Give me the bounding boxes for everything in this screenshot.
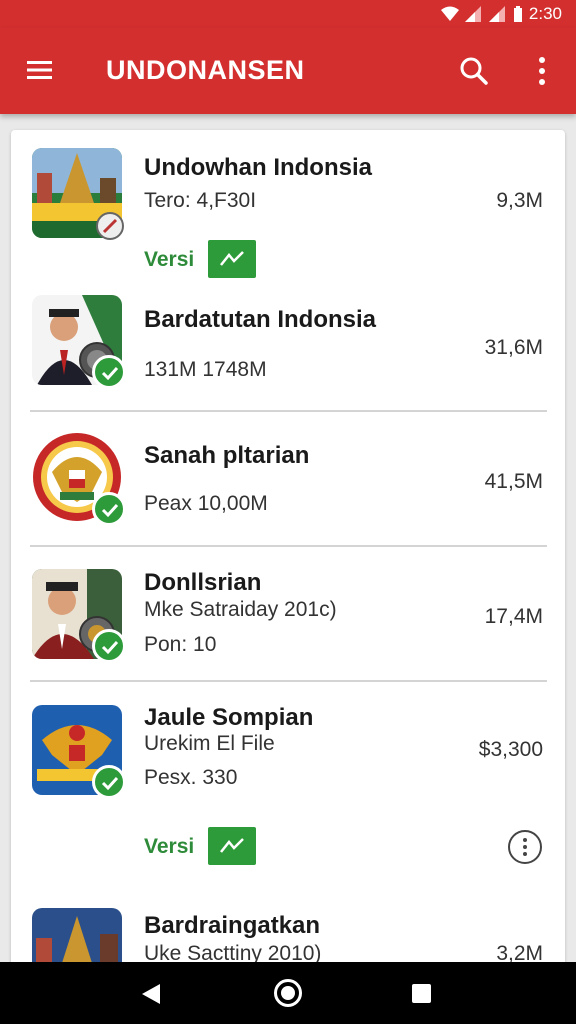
app-size: 41,5M xyxy=(484,470,543,493)
app-thumbnail xyxy=(32,432,126,526)
app-title: UNDONANSEN xyxy=(106,55,305,85)
app-detail: Peax 10,00M xyxy=(144,492,268,515)
list-item[interactable]: Undowhan Indonsia Tero: 4,F30I 9,3M Vers… xyxy=(11,130,565,280)
app-name: Jaule Sompian xyxy=(144,704,314,731)
versi-button[interactable] xyxy=(208,827,256,865)
status-bar: 2:30 xyxy=(0,0,576,28)
list-item[interactable]: Bardatutan Indonsia 131M 1748M 31,6M xyxy=(11,280,565,410)
check-icon xyxy=(101,640,119,655)
app-thumbnail xyxy=(32,705,126,799)
versi-button[interactable] xyxy=(208,240,256,278)
app-detail: Tero: 4,F30I xyxy=(144,189,257,212)
app-name: Donllsrian xyxy=(144,569,262,596)
app-detail-2: Pesx. 330 xyxy=(144,766,238,789)
app-name: Bardraingatkan xyxy=(144,912,321,939)
check-icon xyxy=(101,776,119,791)
app-thumbnail xyxy=(32,295,126,389)
app-thumbnail xyxy=(32,569,126,663)
battery-icon xyxy=(513,5,522,22)
back-triangle-icon[interactable] xyxy=(140,982,162,1006)
more-vert-icon[interactable] xyxy=(532,54,552,88)
signal-icon xyxy=(464,6,481,22)
list-item[interactable]: Bardraingatkan Uke Sacttiny 2010) 3,2M xyxy=(11,892,565,970)
verified-badge xyxy=(92,492,126,526)
list-item[interactable]: Donllsrian Mke Satraiday 201c) Pon: 10 1… xyxy=(11,547,565,681)
app-thumbnail xyxy=(32,148,124,240)
app-detail-2: Pon: 10 xyxy=(144,633,217,656)
trend-icon xyxy=(220,251,244,266)
versi-label: Versi xyxy=(144,248,195,271)
check-icon xyxy=(101,503,119,518)
app-detail: 131M 1748M xyxy=(144,358,267,381)
search-icon[interactable] xyxy=(458,55,490,87)
hamburger-menu-icon[interactable] xyxy=(26,56,54,84)
verified-badge xyxy=(92,355,126,389)
app-name: Bardatutan Indonsia xyxy=(144,306,377,333)
app-list-card: Undowhan Indonsia Tero: 4,F30I 9,3M Vers… xyxy=(11,130,565,970)
navigation-bar xyxy=(0,962,576,1024)
item-options-icon[interactable] xyxy=(508,830,542,864)
app-detail: Urekim El File xyxy=(144,732,275,755)
trend-icon xyxy=(220,838,244,853)
app-bar: UNDONANSEN xyxy=(0,28,576,114)
status-time: 2:30 xyxy=(528,4,562,23)
app-size: 31,6M xyxy=(484,336,543,359)
recents-square-icon[interactable] xyxy=(412,984,431,1003)
home-circle-icon[interactable] xyxy=(274,979,302,1007)
verified-badge xyxy=(92,765,126,799)
app-detail: Mke Satraiday 201c) xyxy=(144,598,337,621)
app-size: $3,300 xyxy=(478,738,543,761)
versi-label: Versi xyxy=(144,835,195,858)
app-name: Sanah pltarian xyxy=(144,442,310,469)
verified-badge xyxy=(92,629,126,663)
app-thumbnail xyxy=(32,908,122,970)
app-size: 17,4M xyxy=(484,605,543,628)
check-icon xyxy=(101,366,119,381)
list-item[interactable]: Jaule Sompian Urekim El File Pesx. 330 $… xyxy=(11,682,565,892)
app-size: 9,3M xyxy=(496,189,543,212)
wifi-icon xyxy=(440,6,459,21)
signal-icon-2 xyxy=(488,6,505,22)
compass-icon xyxy=(96,212,124,240)
list-item[interactable]: Sanah pltarian Peax 10,00M 41,5M xyxy=(11,412,565,546)
app-name: Undowhan Indonsia xyxy=(144,154,372,181)
